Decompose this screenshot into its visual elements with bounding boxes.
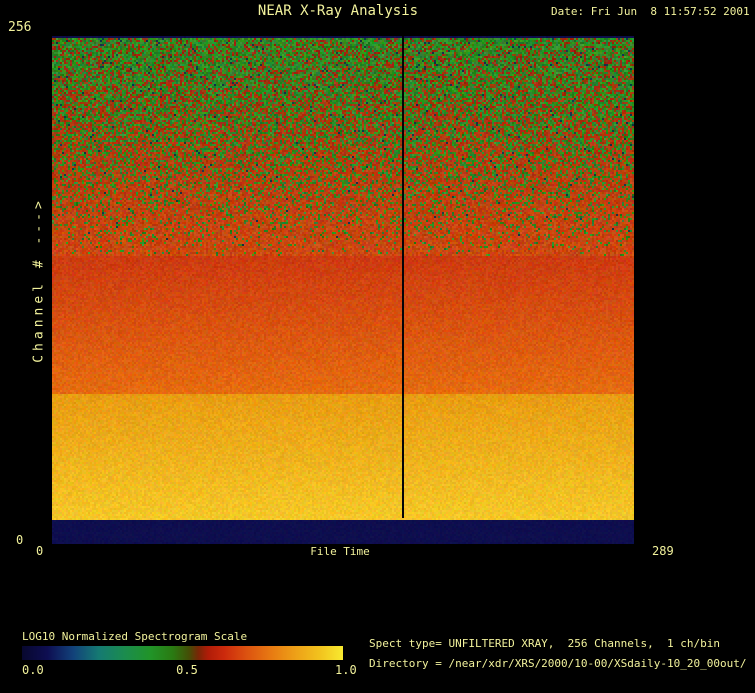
y-axis-title: Channel # --->	[31, 197, 47, 363]
colorbar-gradient	[22, 646, 343, 660]
colorbar-tick-max: 1.0	[335, 663, 357, 677]
spect-type-info: Spect type= UNFILTERED XRAY, 256 Channel…	[369, 637, 720, 650]
colorbar-tick-min: 0.0	[22, 663, 44, 677]
directory-info: Directory = /near/xdr/XRS/2000/10-00/XSd…	[369, 657, 747, 670]
y-axis-min-label: 0	[16, 533, 24, 547]
x-axis-max-label: 289	[652, 544, 674, 558]
page-title: NEAR X-Ray Analysis	[257, 3, 419, 19]
date-label: Date: Fri Jun 8 11:57:52 2001	[551, 5, 750, 18]
colorbar-title: LOG10 Normalized Spectrogram Scale	[22, 630, 248, 643]
y-axis-max-label: 256	[8, 20, 32, 35]
spectrogram-canvas	[52, 36, 634, 544]
near-xray-analysis-window: NEAR X-Ray Analysis Date: Fri Jun 8 11:5…	[0, 0, 755, 693]
colorbar-tick-mid: 0.5	[176, 663, 198, 677]
x-axis-min-label: 0	[36, 544, 44, 558]
x-axis-title: File Time	[310, 545, 370, 558]
